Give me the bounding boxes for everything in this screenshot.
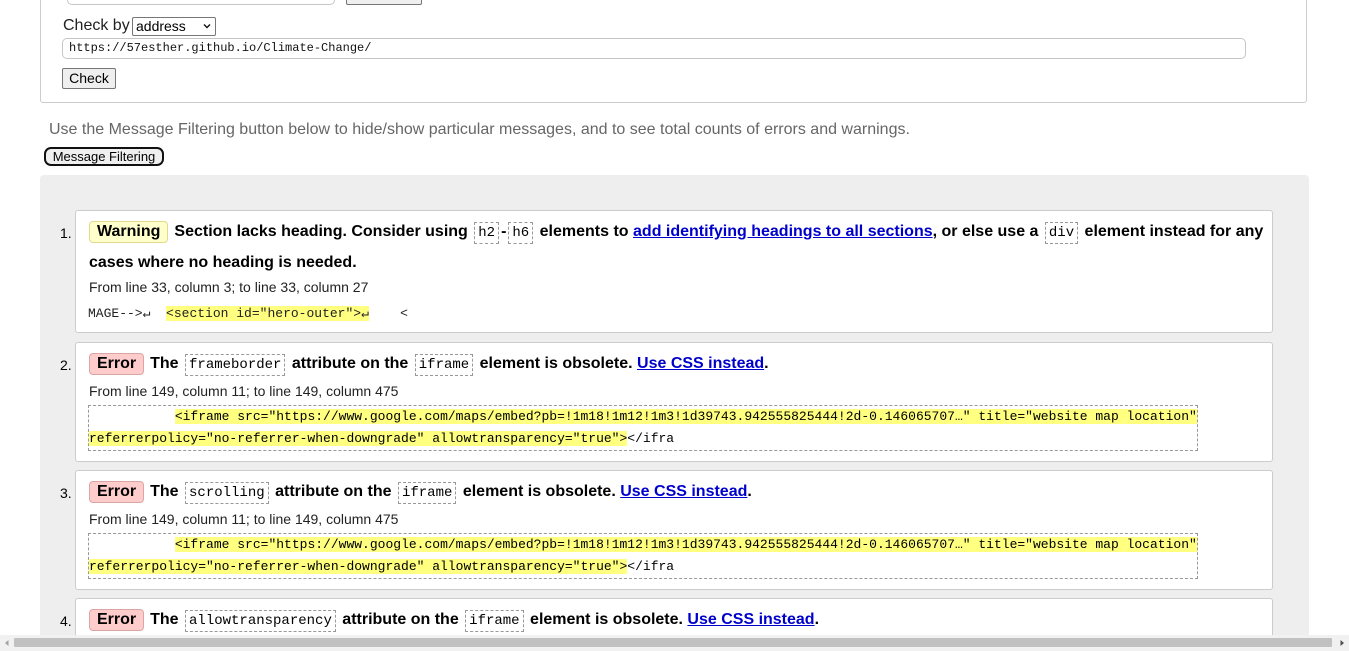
use-css-link[interactable]: Use CSS instead (637, 355, 764, 372)
message-item: Error The allowtransparency attribute on … (75, 598, 1273, 635)
code-allowtransparency: allowtransparency (185, 610, 336, 632)
message-number: 4. (60, 613, 72, 629)
message-item: Error The scrolling attribute on the ifra… (75, 470, 1273, 590)
scroll-left-icon[interactable] (3, 639, 11, 647)
scroll-right-icon[interactable] (1338, 639, 1346, 647)
message-filtering-button[interactable]: Message Filtering (44, 147, 164, 166)
message-extract: <iframe src="https://www.google.com/maps… (88, 405, 1198, 451)
message-extract: MAGE-->↵ <section id="hero-outer">↵ < (88, 306, 408, 321)
horizontal-scrollbar[interactable] (0, 635, 1349, 651)
code-iframe: iframe (414, 354, 474, 376)
message-location: From line 149, column 11; to line 149, c… (89, 511, 399, 527)
code-scrolling: scrolling (185, 482, 269, 504)
headings-link[interactable]: add identifying headings to all sections (633, 223, 933, 240)
scrollbar-thumb[interactable] (14, 638, 1332, 647)
error-badge: Error (89, 481, 145, 503)
message-number: 1. (60, 225, 72, 241)
code-iframe: iframe (397, 482, 457, 504)
code-frameborder: frameborder (185, 354, 286, 376)
message-number: 3. (60, 485, 72, 501)
message-location: From line 149, column 11; to line 149, c… (89, 383, 399, 399)
error-badge: Error (89, 353, 145, 375)
use-css-link[interactable]: Use CSS instead (620, 483, 747, 500)
message-text: Warning Section lacks heading. Consider u… (89, 221, 1264, 271)
message-item: Error The frameborder attribute on the if… (75, 342, 1273, 462)
code-iframe: iframe (465, 610, 524, 632)
message-text: Error The allowtransparency attribute on … (89, 605, 1264, 636)
message-item: Warning Section lacks heading. Consider u… (75, 210, 1273, 333)
message-location: From line 33, column 3; to line 33, colu… (89, 279, 369, 295)
use-css-link[interactable]: Use CSS instead (687, 611, 814, 628)
message-text: Error The frameborder attribute on the if… (89, 349, 1264, 380)
check-by-select[interactable]: address (132, 17, 216, 36)
warning-badge: Warning (89, 221, 169, 243)
upload-button-stub[interactable] (346, 0, 422, 5)
filter-note: Use the Message Filtering button below t… (49, 121, 910, 138)
check-by-label: Check by (63, 17, 130, 34)
file-input-stub[interactable] (67, 0, 335, 5)
check-by-selected-value: address (136, 18, 186, 34)
code-h6: h6 (508, 222, 534, 244)
error-badge: Error (89, 609, 145, 631)
url-input[interactable]: https://57esther.github.io/Climate-Chang… (62, 38, 1246, 59)
message-extract: <iframe src="https://www.google.com/maps… (88, 533, 1198, 579)
chevron-down-icon (203, 24, 211, 29)
code-div: div (1044, 222, 1079, 244)
message-number: 2. (60, 357, 72, 373)
message-text: Error The scrolling attribute on the ifra… (89, 477, 1264, 508)
code-h2: h2 (474, 222, 500, 244)
check-button[interactable]: Check (62, 68, 116, 89)
